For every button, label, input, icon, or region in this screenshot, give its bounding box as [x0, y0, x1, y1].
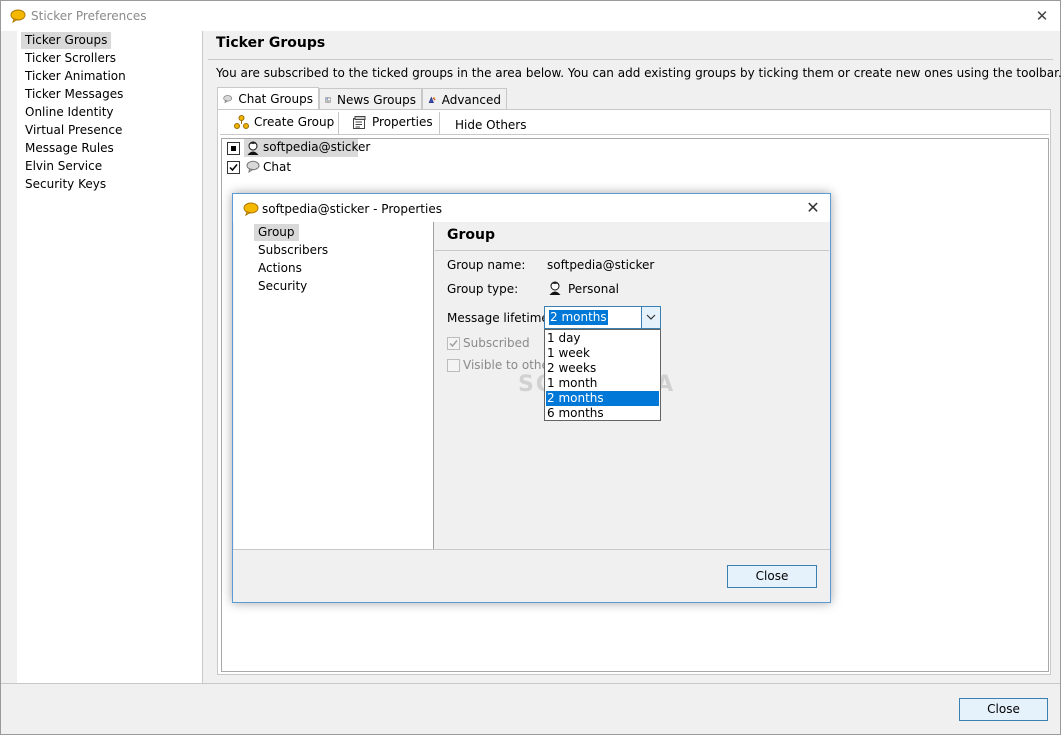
properties-dialog: softpedia@sticker - Properties ✕ Group S…	[232, 193, 831, 603]
group-type-value: Personal	[568, 282, 620, 296]
lifetime-dropdown-list: 1 day 1 week 2 weeks 1 month 2 months 6 …	[544, 329, 661, 421]
create-group-label: Create Group	[254, 115, 335, 129]
preferences-nav: Ticker Groups Ticker Scrollers Ticker An…	[17, 31, 202, 683]
bottom-divider	[1, 683, 1060, 684]
group-name: softpedia@sticker	[263, 140, 371, 154]
checkmark-icon	[449, 340, 458, 348]
panel-description: You are subscribed to the ticked groups …	[216, 66, 1061, 80]
speech-bubble-icon	[243, 202, 259, 216]
panel-divider	[208, 59, 1053, 60]
visible-to-others-checkbox[interactable]	[447, 359, 460, 372]
group-type-label: Group type:	[447, 282, 519, 296]
dialog-section-divider	[435, 250, 829, 251]
window-title: Sticker Preferences	[31, 9, 147, 23]
dialog-nav-security[interactable]: Security	[254, 278, 311, 295]
nav-item-security-keys[interactable]: Security Keys	[21, 176, 110, 193]
create-group-button[interactable]: Create Group	[234, 112, 334, 132]
dialog-nav-actions[interactable]: Actions	[254, 260, 306, 277]
dialog-bottom-divider	[233, 549, 830, 550]
tab-chat-groups[interactable]: Chat Groups	[217, 87, 319, 110]
nav-item-ticker-groups[interactable]: Ticker Groups	[21, 32, 112, 49]
dialog-nav: Group Subscribers Actions Security	[234, 222, 433, 549]
nav-item-ticker-scrollers[interactable]: Ticker Scrollers	[21, 50, 120, 67]
checkmark-icon	[229, 164, 238, 172]
selected-value: 2 months	[549, 310, 608, 325]
toolbar-separator	[338, 112, 339, 134]
tab-label: Chat Groups	[238, 92, 313, 106]
nav-item-online-identity[interactable]: Online Identity	[21, 104, 118, 121]
message-lifetime-label: Message lifetime:	[447, 311, 553, 325]
message-lifetime-select[interactable]: 2 months	[544, 306, 661, 329]
tab-label: Advanced	[441, 92, 501, 107]
dialog-nav-group[interactable]: Group	[254, 224, 299, 241]
lifetime-option[interactable]: 1 month	[546, 376, 659, 391]
nav-item-ticker-animation[interactable]: Ticker Animation	[21, 68, 130, 85]
nav-item-virtual-presence[interactable]: Virtual Presence	[21, 122, 126, 139]
close-button[interactable]: Close	[959, 698, 1048, 721]
speech-bubble-icon	[10, 9, 26, 23]
wizard-icon	[428, 96, 436, 103]
title-bar: Sticker Preferences ✕	[1, 1, 1060, 31]
subscribed-checkbox[interactable]	[447, 337, 460, 350]
tab-label: News Groups	[336, 92, 416, 107]
toolbar-divider	[220, 134, 1049, 135]
toolbar-separator	[439, 112, 440, 134]
hide-others-label: Hide Others	[455, 118, 527, 132]
subscribed-label: Subscribed	[463, 336, 530, 350]
group-name-label: Group name:	[447, 258, 526, 272]
tab-advanced[interactable]: Advanced	[422, 88, 507, 110]
lifetime-option[interactable]: 1 day	[546, 331, 659, 346]
dialog-title-bar: softpedia@sticker - Properties ✕	[233, 194, 830, 222]
group-checkbox[interactable]	[227, 161, 240, 174]
chat-bubble-icon	[246, 160, 260, 173]
lifetime-option[interactable]: 6 months	[546, 406, 659, 421]
dialog-title: softpedia@sticker - Properties	[262, 202, 442, 216]
lifetime-option-selected[interactable]: 2 months	[546, 391, 659, 406]
dialog-nav-subscribers[interactable]: Subscribers	[254, 242, 332, 259]
hide-others-button[interactable]: Hide Others	[455, 115, 527, 135]
newspaper-icon	[325, 96, 331, 103]
properties-label: Properties	[372, 115, 433, 129]
dialog-close-button[interactable]: Close	[727, 565, 817, 588]
panel-title: Ticker Groups	[216, 35, 326, 51]
person-icon	[247, 141, 259, 155]
create-group-icon	[234, 114, 249, 129]
nav-divider	[202, 31, 203, 683]
group-name-value: softpedia@sticker	[547, 258, 655, 272]
lifetime-option[interactable]: 1 week	[546, 346, 659, 361]
nav-item-elvin-service[interactable]: Elvin Service	[21, 158, 106, 175]
tab-news-groups[interactable]: News Groups	[319, 88, 422, 110]
nav-item-ticker-messages[interactable]: Ticker Messages	[21, 86, 127, 103]
lifetime-option[interactable]: 2 weeks	[546, 361, 659, 376]
group-checkbox[interactable]	[227, 142, 240, 155]
window-close-button[interactable]: ✕	[1027, 5, 1057, 27]
properties-button[interactable]: Properties	[352, 112, 433, 132]
chat-bubble-icon	[223, 95, 233, 104]
chevron-down-icon[interactable]	[641, 307, 660, 328]
properties-icon	[353, 115, 366, 129]
group-name: Chat	[263, 160, 292, 174]
dialog-section-title: Group	[447, 227, 496, 243]
dialog-close-icon[interactable]: ✕	[799, 197, 827, 219]
nav-item-message-rules[interactable]: Message Rules	[21, 140, 118, 157]
person-icon	[549, 281, 561, 295]
chevron-down-glyph	[646, 314, 656, 320]
